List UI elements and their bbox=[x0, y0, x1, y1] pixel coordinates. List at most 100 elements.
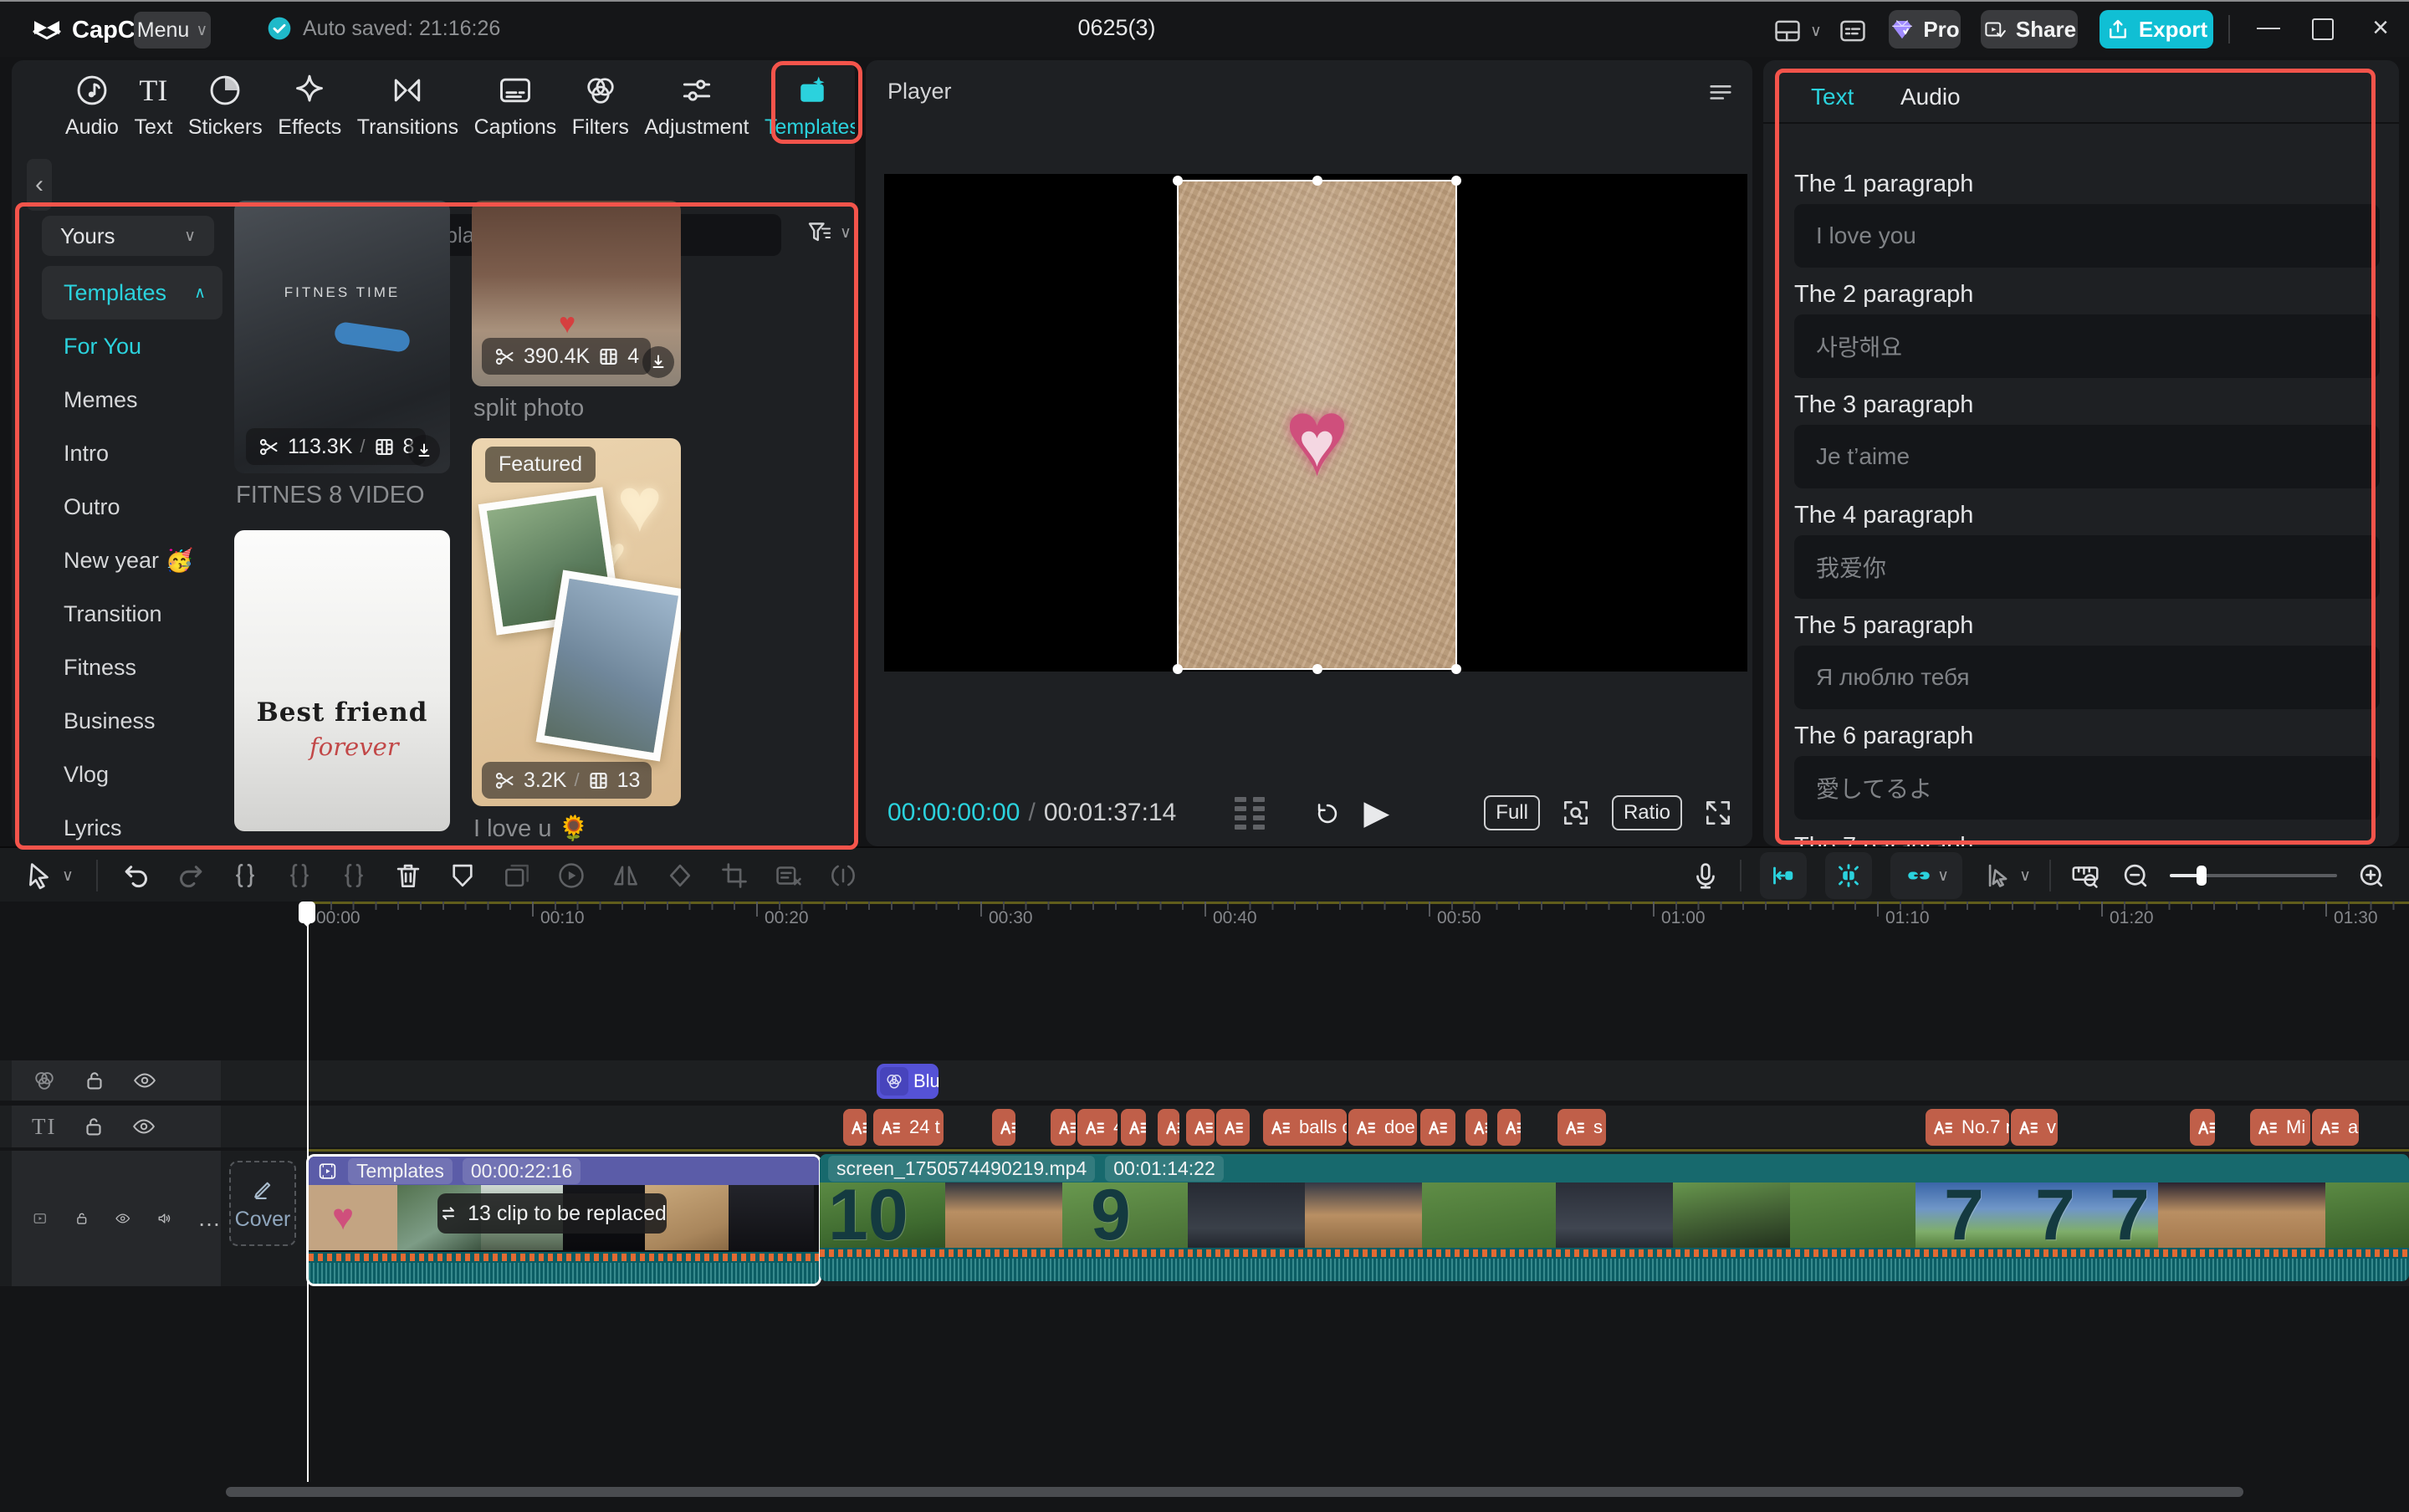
paragraph-input[interactable] bbox=[1794, 756, 2380, 820]
category-lyrics[interactable]: Lyrics bbox=[42, 801, 222, 846]
selection-handle[interactable] bbox=[1312, 176, 1322, 186]
nav-item-transitions[interactable]: Transitions bbox=[357, 72, 458, 140]
share-button[interactable]: Share bbox=[1981, 10, 2078, 49]
crop-button[interactable] bbox=[719, 860, 750, 891]
text-clip[interactable] bbox=[992, 1109, 1015, 1146]
select-tool[interactable]: ∨ bbox=[23, 860, 74, 891]
record-voiceover-button[interactable] bbox=[1690, 860, 1721, 891]
lock-icon[interactable] bbox=[74, 1206, 90, 1231]
mask-button[interactable] bbox=[447, 860, 478, 891]
redo-button[interactable] bbox=[175, 860, 207, 891]
text-clip[interactable] bbox=[1158, 1109, 1179, 1146]
frame-view-button[interactable] bbox=[1235, 797, 1265, 830]
lock-icon[interactable] bbox=[82, 1068, 107, 1093]
eye-icon[interactable] bbox=[132, 1068, 157, 1093]
zoom-slider[interactable] bbox=[2170, 874, 2337, 877]
text-clip[interactable]: d bbox=[1216, 1109, 1250, 1146]
cursor-mode-button[interactable]: ∨ bbox=[1981, 860, 2031, 891]
text-clip[interactable]: doe bbox=[1348, 1109, 1417, 1146]
text-clip[interactable] bbox=[2190, 1109, 2215, 1146]
category-intro[interactable]: Intro bbox=[42, 427, 222, 480]
templates-video-clip[interactable]: Templates 00:00:22:16 ♥ 13 clip to be re… bbox=[306, 1154, 821, 1286]
extract-text-button[interactable] bbox=[773, 860, 805, 891]
player-menu-button[interactable] bbox=[1706, 77, 1735, 105]
yours-dropdown[interactable]: Yours ∨ bbox=[42, 216, 214, 256]
video-frame[interactable]: ♥ ♥ bbox=[1179, 181, 1455, 668]
minimize-button[interactable]: — bbox=[2252, 13, 2285, 40]
snap-toggle[interactable] bbox=[1760, 852, 1807, 899]
paragraph-input[interactable] bbox=[1794, 535, 2380, 599]
nav-item-captions[interactable]: Captions bbox=[474, 72, 557, 140]
filter-button[interactable]: ∨ bbox=[805, 217, 852, 248]
fullscreen-button[interactable] bbox=[1702, 797, 1734, 829]
text-clip[interactable] bbox=[1051, 1109, 1076, 1146]
eye-icon[interactable] bbox=[115, 1206, 131, 1231]
full-button[interactable]: Full bbox=[1484, 795, 1540, 830]
nav-item-text[interactable]: TIText bbox=[134, 72, 172, 140]
text-clip[interactable]: s bbox=[1557, 1109, 1606, 1146]
text-clip[interactable] bbox=[1465, 1109, 1487, 1146]
text-clip[interactable]: balls c bbox=[1263, 1109, 1347, 1146]
maximize-button[interactable] bbox=[2312, 18, 2334, 40]
eye-icon[interactable] bbox=[131, 1114, 156, 1139]
notes-button[interactable] bbox=[1837, 15, 1869, 47]
export-button[interactable]: Export bbox=[2100, 10, 2213, 49]
more-icon[interactable]: … bbox=[197, 1205, 221, 1232]
play-button[interactable]: ▶ bbox=[1363, 794, 1389, 832]
audio-split-button[interactable] bbox=[827, 860, 859, 891]
screen-video-clip[interactable]: screen_1750574490219.mp4 00:01:14:22 10 … bbox=[820, 1154, 2409, 1281]
category-fitness[interactable]: Fitness bbox=[42, 641, 222, 694]
category-business[interactable]: Business bbox=[42, 694, 222, 748]
split-right-button[interactable] bbox=[338, 860, 370, 891]
nav-item-stickers[interactable]: Stickers bbox=[188, 72, 263, 140]
tab-audio[interactable]: Audio bbox=[1900, 84, 1961, 110]
split-left-button[interactable] bbox=[284, 860, 315, 891]
zoom-in-button[interactable] bbox=[2355, 860, 2387, 891]
keyframe-button[interactable] bbox=[664, 860, 696, 891]
text-clip[interactable] bbox=[1497, 1109, 1521, 1146]
focus-button[interactable] bbox=[1560, 797, 1592, 829]
zoom-out-button[interactable] bbox=[2120, 860, 2151, 891]
time-ruler[interactable] bbox=[308, 902, 2409, 930]
auto-cut-toggle[interactable] bbox=[1825, 852, 1872, 899]
undo-button[interactable] bbox=[120, 860, 152, 891]
tab-text[interactable]: Text bbox=[1811, 84, 1854, 110]
category-transition[interactable]: Transition bbox=[42, 587, 222, 641]
text-clip[interactable] bbox=[843, 1109, 867, 1146]
filter-clip-blue[interactable]: Blue bbox=[877, 1064, 939, 1099]
text-clip[interactable] bbox=[1121, 1109, 1146, 1146]
text-clip[interactable]: 24 t bbox=[873, 1109, 944, 1146]
download-button[interactable] bbox=[642, 346, 674, 378]
nav-item-adjustment[interactable]: Adjustment bbox=[644, 72, 749, 140]
text-clip[interactable]: v bbox=[1420, 1109, 1455, 1146]
nav-item-effects[interactable]: Effects bbox=[278, 72, 341, 140]
nav-item-audio[interactable]: Audio bbox=[65, 72, 119, 140]
selection-handle[interactable] bbox=[1451, 176, 1461, 186]
layout-switcher[interactable]: ∨ bbox=[1772, 15, 1822, 47]
selection-handle[interactable] bbox=[1173, 176, 1183, 186]
zoom-slider-knob[interactable] bbox=[2197, 866, 2207, 886]
close-button[interactable]: × bbox=[2364, 12, 2397, 44]
selection-handle[interactable] bbox=[1451, 664, 1461, 674]
split-button[interactable] bbox=[229, 860, 261, 891]
replace-clips-overlay[interactable]: 13 clip to be replaced bbox=[437, 1193, 667, 1234]
text-clip[interactable]: a bbox=[2312, 1109, 2359, 1146]
template-card-fitnes[interactable]: FITNES TIME 113.3K / 8 bbox=[234, 201, 450, 473]
category-outro[interactable]: Outro bbox=[42, 480, 222, 534]
ratio-button[interactable]: Ratio bbox=[1612, 795, 1682, 830]
paragraph-input[interactable] bbox=[1794, 425, 2380, 488]
cover-button[interactable]: Cover bbox=[229, 1161, 296, 1246]
selection-handle[interactable] bbox=[1173, 664, 1183, 674]
pro-button[interactable]: Pro bbox=[1889, 10, 1961, 49]
category-templates[interactable]: Templates∧ bbox=[42, 266, 222, 319]
lock-icon[interactable] bbox=[81, 1114, 106, 1139]
category-for-you[interactable]: For You bbox=[42, 319, 222, 373]
category-new-year[interactable]: New year 🥳 bbox=[42, 534, 222, 587]
delete-button[interactable] bbox=[392, 860, 424, 891]
paragraph-input[interactable] bbox=[1794, 314, 2380, 378]
overlay-button[interactable] bbox=[501, 860, 533, 891]
category-vlog[interactable]: Vlog bbox=[42, 748, 222, 801]
text-clip[interactable] bbox=[1186, 1109, 1215, 1146]
template-card-i-love-u[interactable]: ♥ ♥ Featured 3.2K / 13 bbox=[472, 438, 681, 806]
mirror-button[interactable] bbox=[610, 860, 642, 891]
